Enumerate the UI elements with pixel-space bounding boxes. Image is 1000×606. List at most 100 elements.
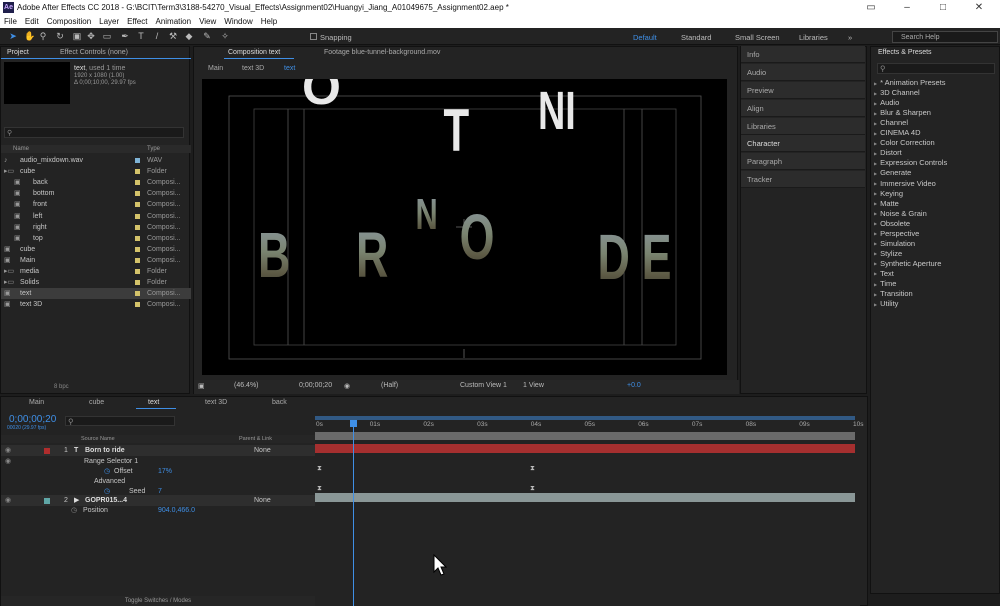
panel-align[interactable]: Align <box>741 100 865 117</box>
camera-tool-icon[interactable]: ▣ <box>72 31 82 42</box>
zoom-dropdown[interactable]: (46.4%) <box>234 382 259 389</box>
label-color[interactable] <box>135 302 140 308</box>
menu-help[interactable]: Help <box>257 15 281 26</box>
playhead[interactable] <box>350 420 357 427</box>
label-color[interactable] <box>135 202 140 208</box>
col-name-header[interactable]: Name <box>13 146 29 152</box>
parent-dropdown[interactable]: None <box>254 445 271 456</box>
panel-paragraph[interactable]: Paragraph <box>741 153 865 170</box>
effects-category-item[interactable]: Distort <box>874 148 902 157</box>
effects-category-item[interactable]: Obsolete <box>874 219 910 228</box>
keyframe[interactable]: ⧗ <box>530 485 535 493</box>
effects-category-item[interactable]: Stylize <box>874 249 902 258</box>
more-workspaces-icon[interactable]: » <box>848 33 852 42</box>
timeline-search-input[interactable]: ⚲ <box>65 416 175 426</box>
tab-timeline-main[interactable]: Main <box>29 399 44 406</box>
project-item[interactable]: ♪ audio_mixdown.wav WAV <box>1 155 191 166</box>
minimize-button[interactable]: – <box>892 1 922 14</box>
tab-project[interactable]: Project <box>7 49 29 56</box>
menu-window[interactable]: Window <box>220 15 256 26</box>
panel-character[interactable]: Character <box>741 135 865 152</box>
tab-footage[interactable]: Footage blue-tunnel-background.mov <box>324 49 440 56</box>
effects-category-item[interactable]: Utility <box>874 299 898 308</box>
close-button[interactable]: ✕ <box>964 1 994 14</box>
timeline-timecode[interactable]: 0;00;00;20 <box>9 414 56 425</box>
label-color[interactable] <box>135 257 140 263</box>
menu-file[interactable]: File <box>0 15 21 26</box>
effects-category-item[interactable]: Immersive Video <box>874 179 936 188</box>
type-tool-icon[interactable]: T <box>136 31 146 42</box>
effects-category-item[interactable]: Transition <box>874 289 913 298</box>
panel-audio[interactable]: Audio <box>741 64 865 81</box>
always-preview-icon[interactable]: ▣ <box>198 382 205 390</box>
roto-brush-tool-icon[interactable]: ✎ <box>202 31 212 42</box>
effects-category-item[interactable]: Generate <box>874 168 911 177</box>
panel-tracker[interactable]: Tracker <box>741 171 865 188</box>
project-item[interactable]: ▸▭ cube Folder <box>1 166 191 177</box>
keyframe[interactable]: ⧗ <box>530 465 535 473</box>
effects-category-item[interactable]: Perspective <box>874 229 919 238</box>
label-color[interactable] <box>135 224 140 230</box>
effects-search-input[interactable]: ⚲ <box>877 63 995 74</box>
label-color[interactable] <box>135 246 140 252</box>
toggle-switches-modes[interactable]: Toggle Switches / Modes <box>1 596 315 606</box>
col-parent[interactable]: Parent & Link <box>239 436 272 442</box>
hand-tool-icon[interactable]: ✋ <box>24 31 35 42</box>
effects-category-item[interactable]: Synthetic Aperture <box>874 259 941 268</box>
effects-category-item[interactable]: Channel <box>874 118 908 127</box>
maximize-button[interactable]: □ <box>928 1 958 14</box>
workspace-small-screen[interactable]: Small Screen <box>735 33 780 42</box>
tab-composition-text[interactable]: Composition text <box>228 49 280 56</box>
keyframe[interactable]: ⧗ <box>317 485 322 493</box>
label-color[interactable] <box>135 235 140 241</box>
project-item[interactable]: ▣ left Composi... <box>1 211 191 222</box>
snapshot-icon[interactable]: ◉ <box>344 382 350 390</box>
layer-name[interactable]: Born to ride <box>85 445 125 456</box>
effects-category-item[interactable]: Time <box>874 279 896 288</box>
layer-bar-2[interactable] <box>315 493 855 502</box>
project-item[interactable]: ▣ right Composi... <box>1 222 191 233</box>
project-item[interactable]: ▣ bottom Composi... <box>1 188 191 199</box>
menu-edit[interactable]: Edit <box>21 15 43 26</box>
panel-libraries[interactable]: Libraries <box>741 118 865 135</box>
effects-category-item[interactable]: Blur & Sharpen <box>874 108 931 117</box>
label-color[interactable] <box>44 448 50 454</box>
col-source-name[interactable]: Source Name <box>81 436 115 442</box>
current-time-indicator[interactable] <box>353 420 354 606</box>
work-area-bar[interactable] <box>315 416 855 420</box>
project-item[interactable]: ▣ front Composi... <box>1 199 191 210</box>
col-type-header[interactable]: Type <box>147 146 160 152</box>
menu-view[interactable]: View <box>195 15 220 26</box>
effects-category-item[interactable]: 3D Channel <box>874 88 920 97</box>
tab-timeline-back[interactable]: back <box>272 399 287 406</box>
views-layout-dropdown[interactable]: 1 View <box>523 382 544 389</box>
rotate-tool-icon[interactable]: ↻ <box>55 31 65 42</box>
menu-composition[interactable]: Composition <box>43 15 95 26</box>
visibility-icon[interactable]: ◉ <box>5 445 11 456</box>
effects-category-item[interactable]: Expression Controls <box>874 158 947 167</box>
menu-animation[interactable]: Animation <box>151 15 195 26</box>
pen-tool-icon[interactable]: ✒ <box>120 31 130 42</box>
layer-row-1[interactable]: ◉ 1 T Born to ride None <box>1 445 315 456</box>
project-item[interactable]: ▣ top Composi... <box>1 233 191 244</box>
eraser-tool-icon[interactable]: ◆ <box>184 31 194 42</box>
label-color[interactable] <box>135 180 140 186</box>
snapping-checkbox[interactable] <box>310 33 317 40</box>
project-search-input[interactable]: ⚲ <box>4 127 184 138</box>
effects-category-item[interactable]: Color Correction <box>874 138 935 147</box>
project-item[interactable]: ▣ back Composi... <box>1 177 191 188</box>
resolution-dropdown[interactable]: (Half) <box>381 382 398 389</box>
tab-effect-controls[interactable]: Effect Controls (none) <box>60 49 128 56</box>
tab-timeline-cube[interactable]: cube <box>89 399 104 406</box>
menu-effect[interactable]: Effect <box>123 15 151 26</box>
composition-canvas[interactable]: B R N O D E O T NI <box>202 59 727 375</box>
effects-category-item[interactable]: Matte <box>874 199 899 208</box>
project-item[interactable]: ▣ cube Composi... <box>1 244 191 255</box>
label-color[interactable] <box>135 158 140 163</box>
effects-category-item[interactable]: CINEMA 4D <box>874 128 920 137</box>
breadcrumb-main[interactable]: Main <box>208 65 223 72</box>
pan-behind-tool-icon[interactable]: ✥ <box>86 31 96 42</box>
effects-category-item[interactable]: * Animation Presets <box>874 78 945 87</box>
brush-tool-icon[interactable]: / <box>152 31 162 42</box>
label-color[interactable] <box>44 498 50 504</box>
